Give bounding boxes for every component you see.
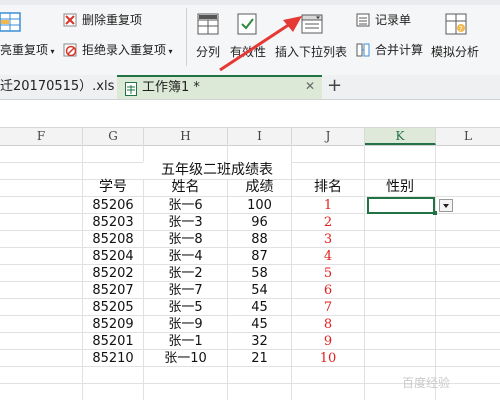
cell-score[interactable]: 100 — [228, 197, 291, 214]
simulate-analysis-icon: ? — [444, 12, 468, 36]
cell-name[interactable]: 张一3 — [144, 214, 227, 231]
record-icon — [356, 12, 370, 27]
cell-rank[interactable]: 4 — [292, 248, 364, 265]
ribbon-toolbar: 亮重复项 ▾ 删除重复项 拒绝录入重复项 ▾ 分列 有效性 插入下拉列表 记录单… — [0, 0, 500, 76]
highlight-duplicates-icon — [0, 10, 24, 34]
cell-student-id[interactable]: 85201 — [83, 333, 143, 350]
cell-rank[interactable]: 2 — [292, 214, 364, 231]
cell-name[interactable]: 张一6 — [144, 197, 227, 214]
cell-student-id[interactable]: 85208 — [83, 231, 143, 248]
cell-score[interactable]: 87 — [228, 248, 291, 265]
tab-previous-workbook[interactable]: 迁20170515）.xls — [0, 79, 114, 95]
sheet-title[interactable]: 五年级二班成绩表 — [143, 162, 291, 179]
cell-score[interactable]: 54 — [228, 282, 291, 299]
column-header-K[interactable]: K — [365, 128, 436, 145]
cell-student-id[interactable]: 85204 — [83, 248, 143, 265]
header-name[interactable]: 姓名 — [144, 179, 227, 196]
cell-name[interactable]: 张一2 — [144, 265, 227, 282]
column-header-L[interactable]: L — [436, 128, 500, 145]
delete-duplicates-button[interactable]: 删除重复项 — [82, 13, 142, 27]
svg-text:?: ? — [459, 25, 463, 33]
chevron-down-icon — [443, 204, 449, 208]
cell-name[interactable]: 张一7 — [144, 282, 227, 299]
header-score[interactable]: 成绩 — [228, 179, 291, 196]
cell-student-id[interactable]: 85209 — [83, 316, 143, 333]
cell-rank[interactable]: 5 — [292, 265, 364, 282]
column-header-H[interactable]: H — [144, 128, 228, 145]
column-header-J[interactable]: J — [292, 128, 365, 145]
tab-workbook1[interactable]: 工作簿1 * ✕ — [117, 75, 322, 99]
cell-student-id[interactable]: 85205 — [83, 299, 143, 316]
cell-score[interactable]: 21 — [228, 350, 291, 367]
cell-rank[interactable]: 3 — [292, 231, 364, 248]
cell-student-id[interactable]: 85203 — [83, 214, 143, 231]
delete-duplicates-icon — [63, 12, 77, 27]
cell-score[interactable]: 45 — [228, 316, 291, 333]
reject-duplicates-button[interactable]: 拒绝录入重复项 ▾ — [82, 43, 173, 59]
cell-student-id[interactable]: 85202 — [83, 265, 143, 282]
cell-score[interactable]: 45 — [228, 299, 291, 316]
header-rank[interactable]: 排名 — [292, 179, 364, 196]
column-header-I[interactable]: I — [228, 128, 292, 145]
cell-name[interactable]: 张一5 — [144, 299, 227, 316]
merge-calc-icon — [356, 42, 370, 57]
dropdown-arrow-button[interactable] — [439, 199, 453, 212]
formula-bar-area — [0, 100, 500, 127]
header-student-id[interactable]: 学号 — [83, 179, 143, 196]
cell-score[interactable]: 32 — [228, 333, 291, 350]
watermark: 百度经验 — [402, 376, 451, 390]
cell-score[interactable]: 96 — [228, 214, 291, 231]
column-header-G[interactable]: G — [83, 128, 144, 145]
header-gender[interactable]: 性别 — [365, 179, 435, 196]
cell-student-id[interactable]: 85207 — [83, 282, 143, 299]
fill-handle[interactable] — [433, 211, 437, 215]
record-button[interactable]: 记录单 — [375, 13, 411, 27]
highlight-duplicates-button[interactable]: 亮重复项 ▾ — [0, 43, 55, 59]
cell-student-id[interactable]: 85210 — [83, 350, 143, 367]
cell-score[interactable]: 58 — [228, 265, 291, 282]
cell-name[interactable]: 张一1 — [144, 333, 227, 350]
cell-name[interactable]: 张一8 — [144, 231, 227, 248]
cell-rank[interactable]: 8 — [292, 316, 364, 333]
cell-name[interactable]: 张一10 — [144, 350, 227, 367]
selected-cell-K[interactable] — [367, 197, 435, 214]
cell-rank[interactable]: 7 — [292, 299, 364, 316]
cell-name[interactable]: 张一4 — [144, 248, 227, 265]
workbook-icon — [125, 81, 137, 96]
cell-name[interactable]: 张一9 — [144, 316, 227, 333]
ribbon-top-strip — [0, 0, 500, 5]
simulate-analysis-button[interactable]: 模拟分析 — [431, 45, 479, 59]
merge-calc-button[interactable]: 合并计算 — [375, 43, 423, 57]
column-header-F[interactable]: F — [0, 128, 83, 145]
ribbon-separator — [186, 8, 187, 66]
cell-rank[interactable]: 1 — [292, 197, 364, 214]
document-tab-bar: 迁20170515）.xls 工作簿1 * ✕ + — [0, 75, 500, 100]
column-header-row: F G H I J K L — [0, 127, 500, 146]
new-tab-plus-icon[interactable]: + — [327, 75, 342, 97]
annotation-arrow-icon — [219, 16, 302, 72]
grid-line — [435, 145, 436, 400]
cell-score[interactable]: 88 — [228, 231, 291, 248]
tab-label: 工作簿1 * — [142, 80, 200, 95]
cell-student-id[interactable]: 85206 — [83, 197, 143, 214]
reject-duplicates-icon — [63, 42, 77, 57]
cell-rank[interactable]: 6 — [292, 282, 364, 299]
close-tab-icon[interactable]: ✕ — [305, 79, 315, 93]
cell-rank[interactable]: 9 — [292, 333, 364, 350]
cell-rank[interactable]: 10 — [292, 350, 364, 367]
